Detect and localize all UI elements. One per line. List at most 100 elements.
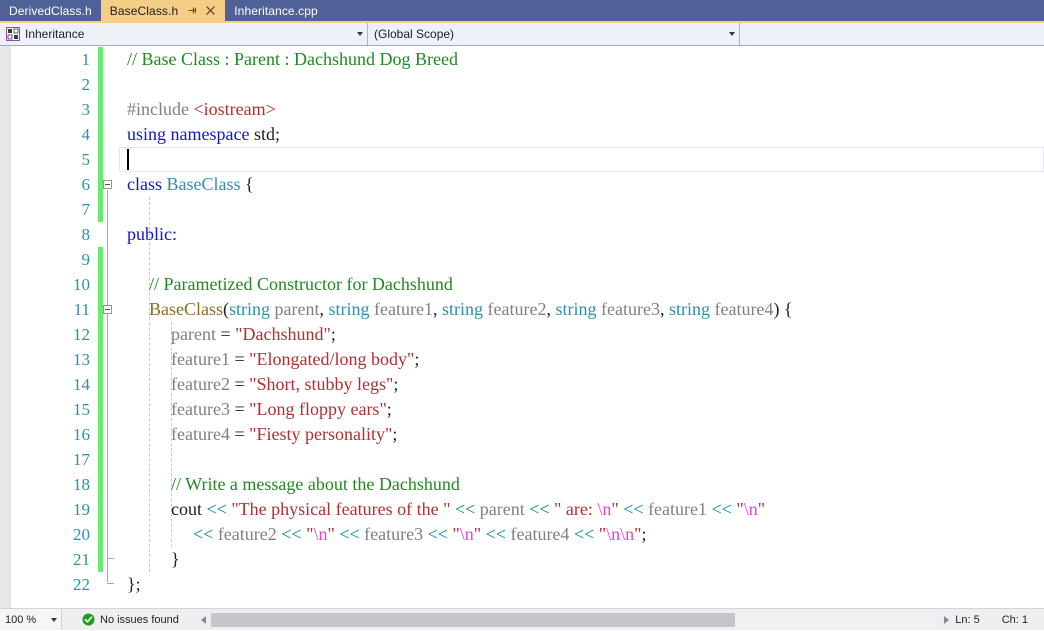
code-token-escape: \n [597,499,612,519]
line-number: 2 [81,75,91,94]
column-indicator: Ch: 1 [1001,613,1028,626]
selection-margin[interactable] [0,46,12,608]
code-token-ident: feature1 [648,499,712,519]
pin-icon[interactable] [187,5,198,16]
tab-strip-empty-area [326,0,1044,21]
code-token-keyword: public: [127,224,177,244]
code-line[interactable]: #include <iostream> [127,97,276,122]
line-number: 12 [73,325,90,344]
code-line[interactable]: // Parametized Constructor for Dachshund [149,272,453,297]
code-token-comment: // Write a message about the Dachshund [171,474,460,494]
code-token-plain: = [234,424,250,444]
line-number: 17 [73,450,90,469]
line-number: 10 [73,275,90,294]
line-number: 19 [73,500,90,519]
code-token-op: << [711,499,737,519]
chevron-down-icon[interactable] [357,32,363,36]
code-token-type: string [668,299,710,319]
code-token-op: << [485,524,511,544]
code-line[interactable]: // Base Class : Parent : Dachshund Dog B… [127,47,458,72]
line-number: 5 [81,150,91,169]
editor-tab-strip: DerivedClass.h BaseClass.h Inheritance.c… [0,0,1044,23]
line-number: 9 [81,250,91,269]
code-token-type: BaseClass [166,174,241,194]
code-token-ident: feature3 [364,524,428,544]
triangle-right-icon[interactable] [939,611,953,629]
code-token-func: BaseClass [149,299,223,319]
scrollbar-thumb[interactable] [210,612,736,627]
code-editor-surface[interactable]: 1 2 3 4 5 6 7 8 9 10 11 12 13 14 15 16 17 18 19 20 21 22 // B… [0,46,1044,608]
close-icon[interactable] [205,5,216,16]
code-line[interactable]: // Write a message about the Dachshund [171,472,460,497]
code-token-plain: ; [392,424,398,444]
code-token-ident: feature1 [171,349,235,369]
code-token-ident: parent [171,324,221,344]
line-number: 11 [73,300,90,319]
outlining-margin[interactable] [103,46,119,608]
code-line[interactable]: feature2 = "Short, stubby legs"; [171,372,398,397]
code-token-plain: = [234,349,250,369]
code-token-ident: feature3 [596,299,660,319]
line-number: 7 [81,200,91,219]
code-line[interactable]: feature3 = "Long floppy ears"; [171,397,392,422]
code-token-ident: feature2 [217,524,282,544]
code-line[interactable]: using namespace std; [127,122,280,147]
code-line[interactable]: } [171,547,180,572]
tab-inheritance-cpp[interactable]: Inheritance.cpp [225,0,327,21]
outlining-collapse-box[interactable] [103,180,112,189]
member-scope-dropdown[interactable]: (Global Scope) [368,23,740,45]
code-line[interactable]: BaseClass(string parent, string feature1… [149,297,793,322]
scrollbar-track[interactable] [210,611,940,628]
project-scope-dropdown[interactable]: Inheritance [0,23,368,45]
tab-label: BaseClass.h [109,3,179,18]
code-token-type: string [229,299,271,319]
code-token-plain: cout [171,499,207,519]
line-number: 15 [73,400,90,419]
tab-derivedclass-h[interactable]: DerivedClass.h [0,0,101,21]
tab-baseclass-h[interactable]: BaseClass.h [100,0,226,21]
line-number: 8 [81,225,91,244]
issues-status[interactable]: No issues found [62,609,179,630]
horizontal-scrollbar[interactable] [195,609,955,630]
code-token-op: << [623,499,649,519]
code-token-op: << [339,524,365,544]
code-line[interactable]: cout << "The physical features of the " … [171,497,765,522]
line-number: 4 [81,125,91,144]
code-line[interactable]: << feature2 << "\n" << feature3 << "\n" … [193,522,647,547]
code-token-plain: }; [127,574,141,594]
code-line[interactable]: feature4 = "Fiesty personality"; [171,422,397,447]
code-token-string: "Short, stubby legs" [249,374,394,394]
code-token-type: string [555,299,597,319]
status-bar: 100 % No issues found Ln: 5 Ch: 1 [0,608,1044,630]
chevron-down-icon[interactable] [51,617,57,622]
code-text-area[interactable]: // Base Class : Parent : Dachshund Dog B… [119,46,1044,608]
zoom-level-dropdown[interactable]: 100 % [0,609,62,630]
code-token-type: string [441,299,483,319]
code-token-escape: \n [743,499,758,519]
code-token-op: << [529,499,555,519]
code-line[interactable]: parent = "Dachshund"; [171,322,336,347]
line-number: 21 [73,550,90,569]
code-token-string: "Dachshund" [235,324,331,344]
code-token-op: << [193,524,218,544]
code-token-plain: ; [393,374,399,394]
code-line[interactable]: public: [127,222,177,247]
code-token-string: "Fiesty personality" [249,424,393,444]
class-selector-icon [6,27,20,41]
code-token-ident: feature2 [171,374,235,394]
code-token-string: " [736,499,744,519]
code-token-ident: parent [270,299,320,319]
current-line-highlight [119,147,1044,172]
code-token-ident: feature4 [510,524,574,544]
code-token-plain: = [234,374,250,394]
chevron-down-icon[interactable] [729,32,735,36]
code-token-string: " [598,524,607,544]
code-line[interactable]: feature1 = "Elongated/long body"; [171,347,419,372]
outlining-vertical-line [107,315,108,557]
code-line[interactable]: class BaseClass { [127,172,254,197]
outlining-collapse-box[interactable] [103,305,112,314]
code-token-plain: = [220,324,236,344]
code-line[interactable]: }; [127,572,141,597]
triangle-left-icon[interactable] [197,611,211,629]
code-token-escape: \n [459,524,474,544]
